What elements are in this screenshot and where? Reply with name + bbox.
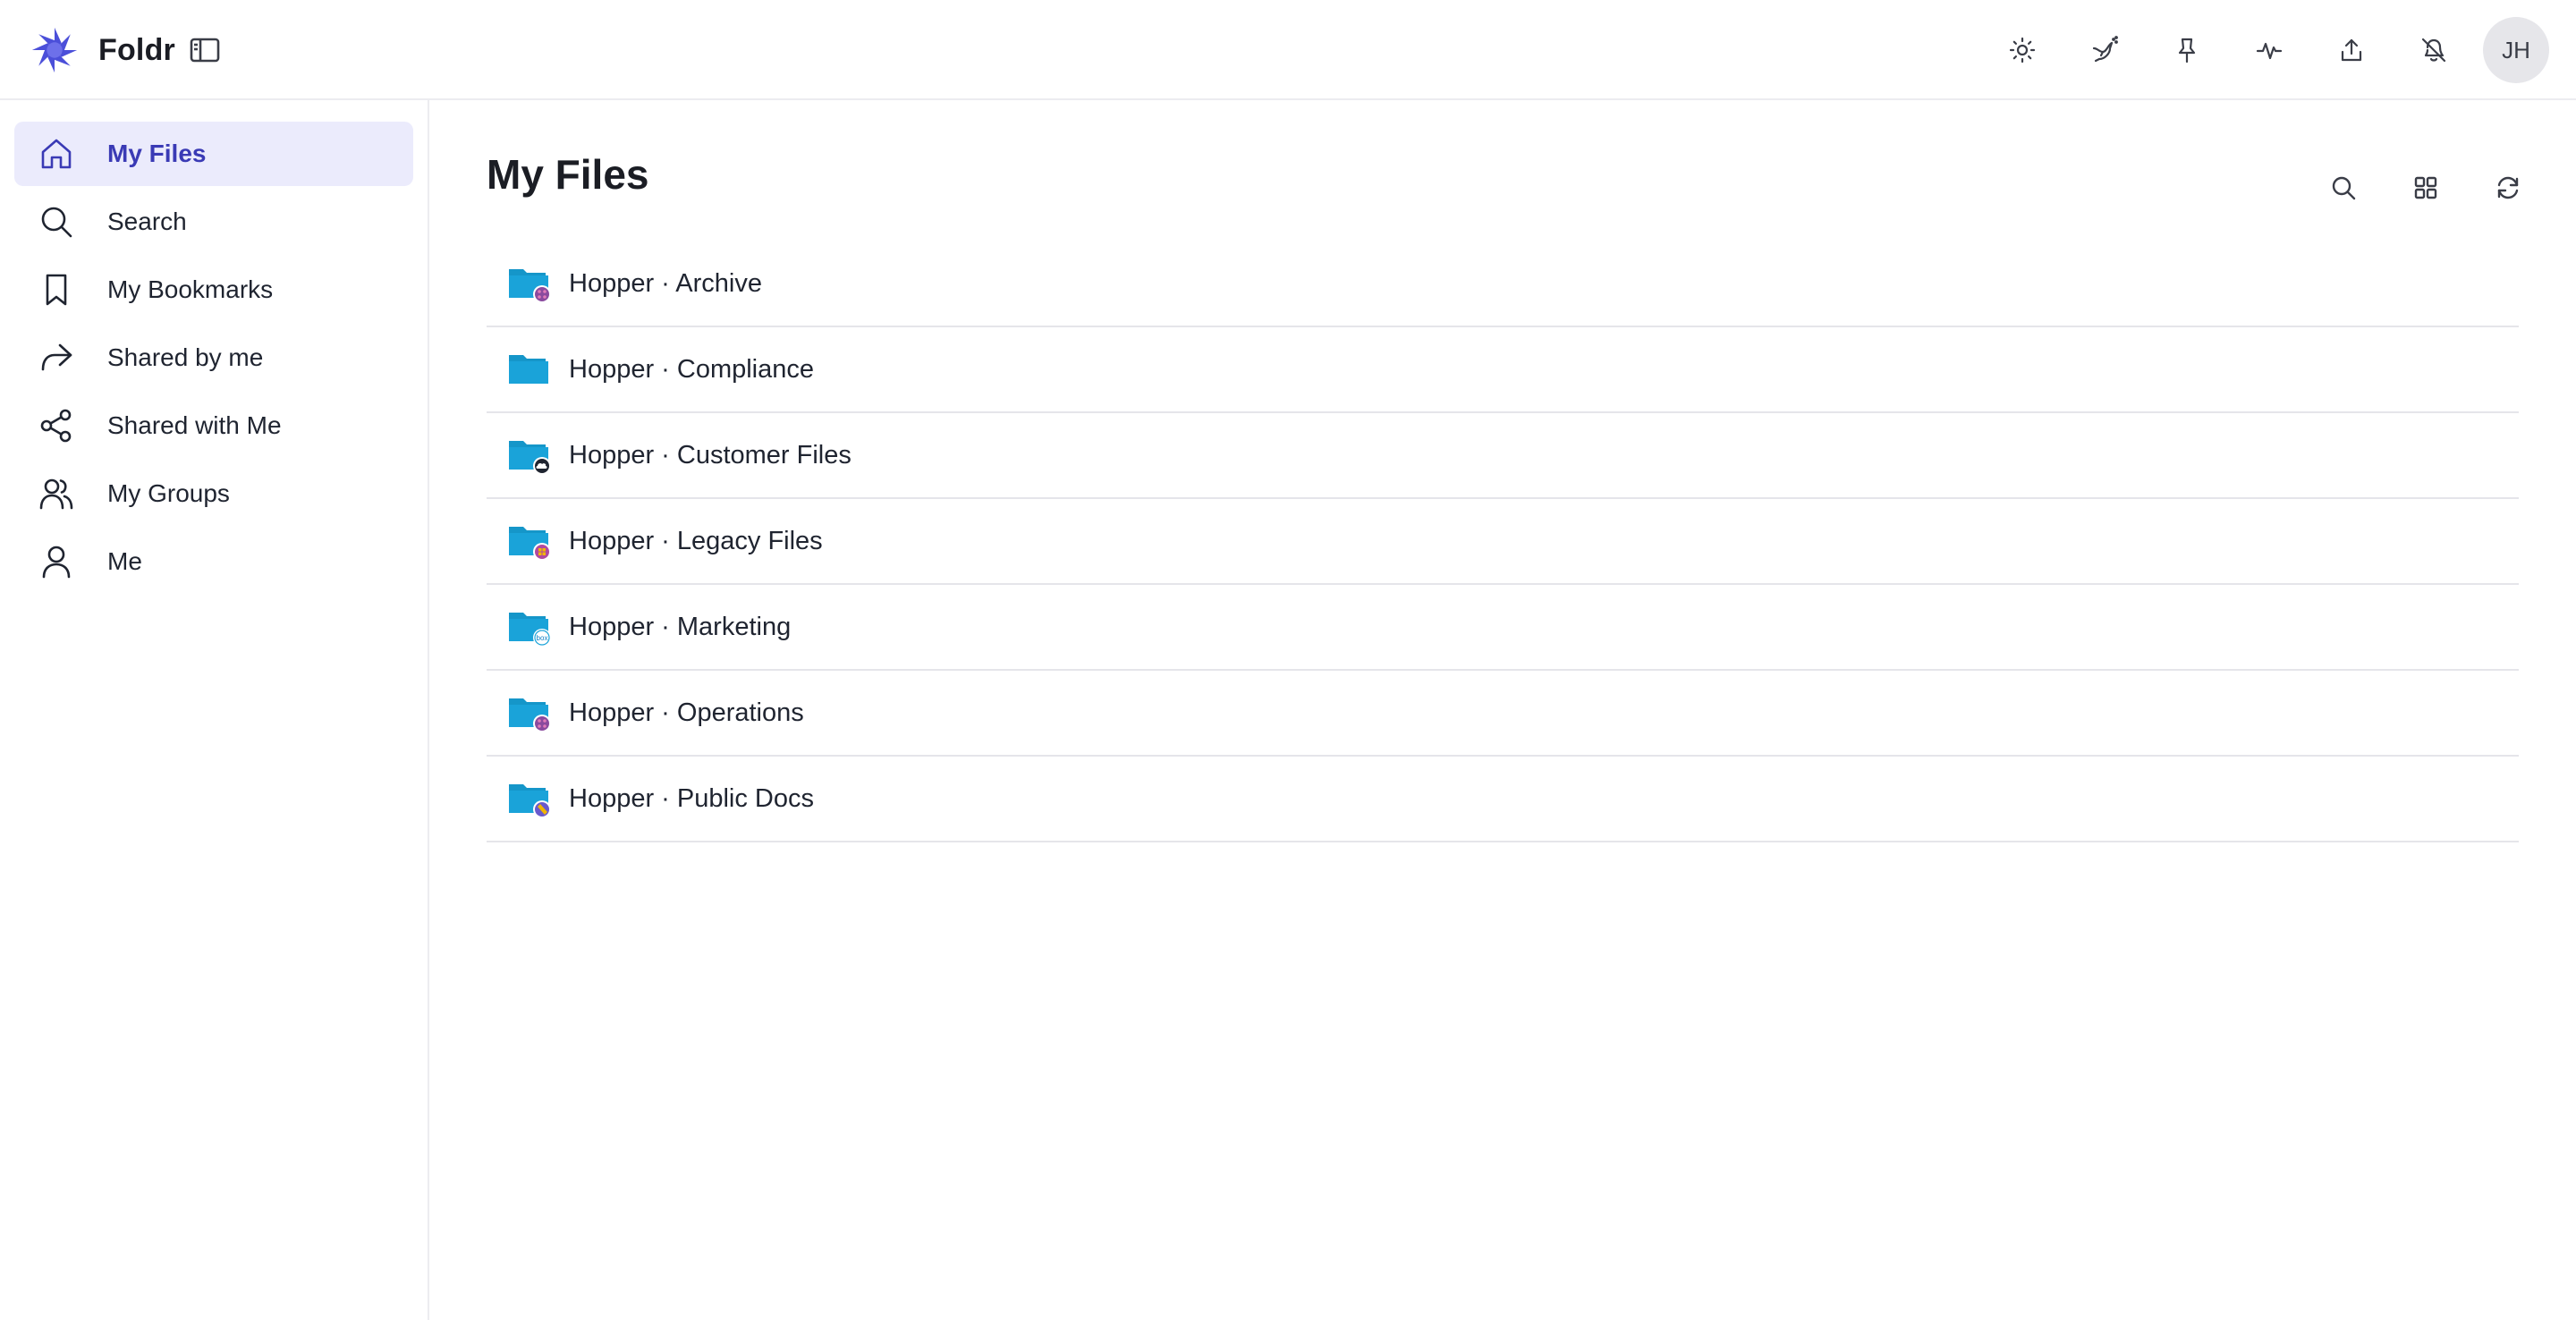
main-content: My Files Hopper · Archive Hopper · Compl… xyxy=(429,100,2576,1320)
user-icon xyxy=(38,543,75,580)
list-item[interactable]: Hopper · Public Docs xyxy=(487,757,2519,842)
folder-icon xyxy=(508,350,551,389)
user-avatar[interactable]: JH xyxy=(2483,17,2549,83)
sidebar-item-label: Search xyxy=(107,207,187,235)
sidebar-item-shared-by-me[interactable]: Shared by me xyxy=(14,326,413,390)
sidebar-item-label: My Files xyxy=(107,140,207,167)
activity-button[interactable] xyxy=(2236,17,2302,83)
search-files-button[interactable] xyxy=(2315,159,2372,216)
pin-button[interactable] xyxy=(2154,17,2220,83)
sidebar: My Files Search My Bookmarks Shared by m… xyxy=(0,100,429,1320)
svg-text:box: box xyxy=(537,634,548,642)
pin-icon xyxy=(2178,38,2196,63)
list-item[interactable]: Hopper · Compliance xyxy=(487,327,2519,413)
folder-cloud-icon xyxy=(508,436,551,475)
list-item[interactable]: Hopper · Customer Files xyxy=(487,413,2519,499)
folder-operations-icon xyxy=(508,693,551,732)
file-name: Hopper · Operations xyxy=(569,698,804,727)
whats-new-button[interactable] xyxy=(2072,17,2138,83)
top-actions: JH xyxy=(1973,17,2549,83)
file-name: Hopper · Archive xyxy=(569,268,762,298)
bookmark-icon xyxy=(38,271,75,309)
search-icon xyxy=(38,203,75,241)
list-item[interactable]: Hopper · Operations xyxy=(487,671,2519,757)
sidebar-item-my-bookmarks[interactable]: My Bookmarks xyxy=(14,258,413,322)
sidebar-item-label: Shared by me xyxy=(107,343,264,371)
bell-off-icon xyxy=(2421,38,2446,63)
theme-toggle-button[interactable] xyxy=(1989,17,2055,83)
sidebar-item-label: Shared with Me xyxy=(107,411,282,439)
folder-archive-icon xyxy=(508,264,551,303)
file-name: Hopper · Public Docs xyxy=(569,783,814,813)
page-title: My Files xyxy=(487,151,649,198)
upload-button[interactable] xyxy=(2318,17,2385,83)
file-name: Hopper · Customer Files xyxy=(569,440,852,470)
folder-pencil-icon xyxy=(508,779,551,818)
share-forward-icon xyxy=(38,339,75,377)
sidebar-toggle-icon xyxy=(190,38,220,63)
list-item[interactable]: Hopper · Archive xyxy=(487,241,2519,327)
users-icon xyxy=(38,475,75,512)
sidebar-toggle-button[interactable] xyxy=(186,32,224,68)
upload-icon xyxy=(2341,38,2362,62)
list-item[interactable]: Hopper · Legacy Files xyxy=(487,499,2519,585)
sidebar-item-search[interactable]: Search xyxy=(14,190,413,254)
sidebar-item-label: My Groups xyxy=(107,479,230,507)
search-icon xyxy=(2332,176,2356,200)
sidebar-item-shared-with-me[interactable]: Shared with Me xyxy=(14,393,413,458)
sidebar-item-my-groups[interactable]: My Groups xyxy=(14,461,413,526)
sidebar-item-me[interactable]: Me xyxy=(14,529,413,594)
file-name: Hopper · Compliance xyxy=(569,354,815,384)
notifications-button[interactable] xyxy=(2401,17,2467,83)
folder-box-icon: box xyxy=(508,607,551,647)
file-name: Hopper · Legacy Files xyxy=(569,526,823,555)
home-icon xyxy=(38,135,75,173)
sidebar-nav: My Files Search My Bookmarks Shared by m… xyxy=(14,122,413,597)
bird-icon xyxy=(2092,36,2118,63)
file-list: Hopper · Archive Hopper · Compliance Hop… xyxy=(487,241,2519,842)
sun-icon xyxy=(2009,37,2036,63)
refresh-icon xyxy=(2497,176,2519,199)
list-item[interactable]: box Hopper · Marketing xyxy=(487,585,2519,671)
content-actions xyxy=(2290,159,2537,216)
foldr-logo-icon xyxy=(31,27,78,73)
folder-windows-icon xyxy=(508,521,551,561)
app-name: Foldr xyxy=(98,32,175,67)
share-nodes-icon xyxy=(38,407,75,444)
refresh-button[interactable] xyxy=(2479,159,2537,216)
file-name: Hopper · Marketing xyxy=(569,612,792,641)
grid-view-button[interactable] xyxy=(2397,159,2454,216)
sidebar-item-label: My Bookmarks xyxy=(107,275,274,303)
top-bar: Foldr JH xyxy=(0,0,2576,100)
grid-icon xyxy=(2414,176,2437,199)
sidebar-item-my-files[interactable]: My Files xyxy=(14,122,413,186)
activity-icon xyxy=(2256,42,2283,60)
brand[interactable]: Foldr xyxy=(29,23,175,77)
sidebar-item-label: Me xyxy=(107,547,142,575)
